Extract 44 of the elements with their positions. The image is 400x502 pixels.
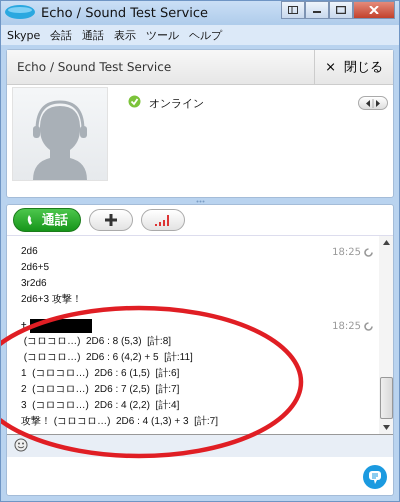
message-text: 2d6+5 — [21, 261, 50, 275]
window-title: Echo / Sound Test Service — [41, 6, 210, 20]
message-text: (コロコロ…) 2D6 : 8 (5,3) [計:8] — [22, 334, 172, 349]
menu-item[interactable]: 表示 — [114, 28, 136, 42]
scroll-arrows-button[interactable] — [358, 96, 388, 110]
message-time: 18:25 — [332, 246, 361, 258]
scroll-thumb[interactable] — [380, 377, 392, 419]
conversation-title: Echo / Sound Test Service — [16, 60, 172, 74]
sending-spinner-icon — [364, 248, 373, 256]
message-text: 3 (コロコロ…) 2D6 : 4 (2,2) [計:4] — [21, 398, 180, 413]
menu-item[interactable]: 通話 — [82, 28, 104, 42]
menu-item[interactable]: Skype — [7, 28, 40, 42]
menu-item[interactable]: 会話 — [50, 28, 72, 42]
maximize-icon — [336, 6, 346, 14]
compact-view-button[interactable] — [281, 1, 305, 19]
message-text: 2d6 — [21, 245, 38, 259]
message-time: 18:25 — [332, 320, 361, 332]
close-conversation-button[interactable]: × 閉じる — [314, 50, 393, 84]
sending-spinner-icon — [364, 322, 373, 330]
resize-grip-icon[interactable] — [196, 198, 204, 204]
message-text: 2d6+3 攻撃！ — [21, 292, 83, 307]
signal-bars-icon — [154, 214, 172, 226]
call-quality-button[interactable] — [141, 209, 185, 231]
close-icon — [369, 6, 379, 14]
message-text: 3r2d6 — [21, 277, 48, 291]
scroll-down-icon[interactable] — [382, 425, 390, 430]
message-text: 2 (コロコロ…) 2D6 : 7 (2,5) [計:7] — [21, 382, 180, 397]
scroll-up-icon[interactable] — [382, 240, 390, 245]
add-button[interactable] — [89, 209, 133, 231]
scrollbar[interactable] — [379, 236, 393, 434]
message-text: 1 (コロコロ…) 2D6 : 6 (1,5) [計:6] — [21, 366, 180, 381]
send-message-icon[interactable] — [363, 465, 387, 492]
split-window-icon — [288, 6, 298, 14]
menu-item[interactable]: ヘルプ — [189, 28, 222, 42]
minimize-button[interactable] — [305, 1, 329, 19]
message-text: (コロコロ…) 2D6 : 6 (4,2) + 5 [計:11] — [22, 350, 194, 365]
menu-item[interactable]: ツール — [146, 28, 180, 42]
maximize-button[interactable] — [329, 1, 353, 19]
plus-icon — [104, 213, 118, 227]
message-text: 攻撃！ (コロコロ…) 2D6 : 4 (1,3) + 3 [計:7] — [21, 414, 219, 429]
emoticon-icon[interactable] — [14, 438, 28, 454]
status-text: オンライン — [149, 96, 204, 110]
close-button[interactable] — [353, 1, 395, 19]
avatar-silhouette-icon — [12, 87, 108, 181]
